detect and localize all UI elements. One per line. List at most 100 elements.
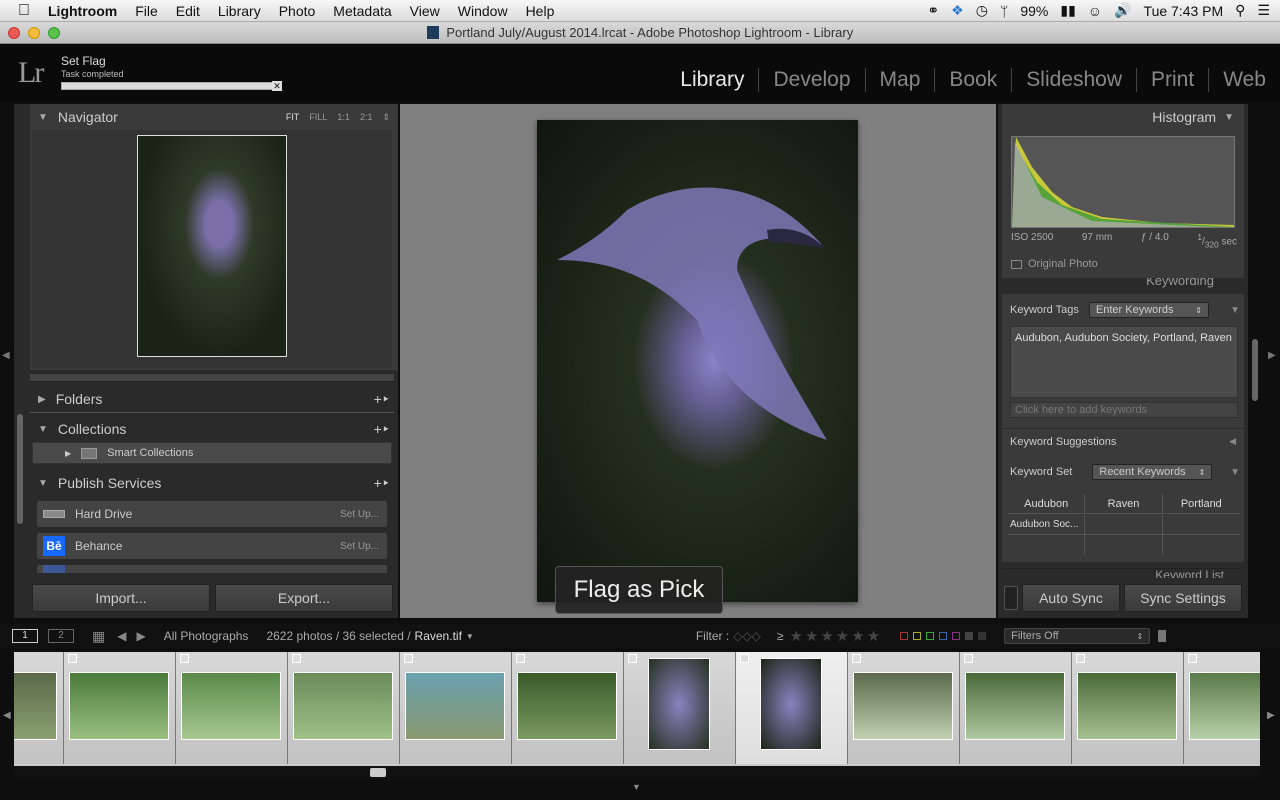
menu-library[interactable]: Library bbox=[209, 0, 270, 22]
close-window-button[interactable] bbox=[8, 27, 20, 39]
module-library[interactable]: Library bbox=[666, 68, 758, 92]
color-label-filters[interactable] bbox=[900, 632, 987, 640]
flag-icon[interactable] bbox=[516, 654, 525, 663]
module-map[interactable]: Map bbox=[864, 68, 935, 92]
left-panel-toggle-icon[interactable]: ◀ bbox=[2, 350, 10, 361]
filmstrip-cell[interactable] bbox=[1072, 652, 1184, 764]
cancel-task-icon[interactable]: ✕ bbox=[272, 81, 282, 91]
facebook-service-partial[interactable] bbox=[36, 564, 388, 574]
collections-header[interactable]: ▼ Collections +‣ bbox=[30, 417, 394, 441]
selected-filename[interactable]: Raven.tif bbox=[415, 629, 462, 643]
filmstrip-cell[interactable] bbox=[400, 652, 512, 764]
filmstrip-thumbnail[interactable] bbox=[853, 672, 953, 740]
loupe-view[interactable]: Flag as Pick bbox=[400, 104, 996, 618]
menu-window[interactable]: Window bbox=[449, 0, 517, 22]
smart-collections-row[interactable]: ▶ Smart Collections bbox=[32, 442, 392, 464]
auto-sync-button[interactable]: Auto Sync bbox=[1022, 584, 1120, 612]
module-web[interactable]: Web bbox=[1208, 68, 1280, 92]
original-photo-checkbox[interactable]: Original Photo bbox=[1011, 258, 1098, 270]
add-folder-icon[interactable]: +‣ bbox=[374, 391, 394, 408]
add-keywords-input[interactable]: Click here to add keywords bbox=[1010, 402, 1238, 418]
flag-filter-icons[interactable]: ◇◇◇ bbox=[733, 629, 761, 643]
set-up-link[interactable]: Set Up... bbox=[340, 541, 379, 552]
zoom-window-button[interactable] bbox=[48, 27, 60, 39]
filters-select[interactable]: Filters Off ⇕ bbox=[1004, 628, 1151, 644]
battery-percent[interactable]: 99% bbox=[1020, 3, 1048, 19]
red-label-icon[interactable] bbox=[900, 632, 909, 640]
rating-operator[interactable]: ≥ bbox=[777, 629, 784, 643]
folders-header[interactable]: ▶ Folders +‣ bbox=[30, 387, 394, 411]
module-develop[interactable]: Develop bbox=[758, 68, 864, 92]
module-book[interactable]: Book bbox=[934, 68, 1011, 92]
keyword-set-cell[interactable]: Portland bbox=[1162, 494, 1240, 514]
keyword-set-cell[interactable] bbox=[1163, 535, 1240, 555]
flag-icon[interactable] bbox=[180, 654, 189, 663]
publish-service-hard-drive[interactable]: Hard Drive Set Up... bbox=[36, 500, 388, 528]
keyword-set-cell[interactable]: Audubon bbox=[1008, 494, 1086, 514]
left-panel-scrollbar[interactable] bbox=[17, 414, 23, 524]
flag-icon[interactable] bbox=[68, 654, 77, 663]
flag-icon[interactable] bbox=[1188, 654, 1197, 663]
wifi-icon[interactable]: ☺ bbox=[1088, 3, 1102, 19]
keyword-tags-textarea[interactable]: Audubon, Audubon Society, Portland, Rave… bbox=[1010, 326, 1238, 398]
zoom-stepper-icon[interactable]: ⇕ bbox=[382, 112, 390, 123]
filmstrip-cell[interactable] bbox=[1184, 652, 1260, 764]
filmstrip-cell[interactable] bbox=[288, 652, 400, 764]
flag-icon[interactable] bbox=[740, 654, 749, 663]
module-print[interactable]: Print bbox=[1136, 68, 1208, 92]
keyword-set-cell[interactable]: Raven bbox=[1085, 494, 1163, 514]
keyword-set-select[interactable]: Recent Keywords ⇕ bbox=[1092, 464, 1213, 480]
filename-dropdown-icon[interactable]: ▼ bbox=[466, 632, 474, 641]
navigator-header[interactable]: ▼ Navigator FIT FILL 1:1 2:1 ⇕ bbox=[30, 105, 398, 129]
zoom-2-1[interactable]: 2:1 bbox=[360, 112, 373, 123]
yellow-label-icon[interactable] bbox=[913, 632, 922, 640]
collapse-triangle-icon[interactable]: ▼ bbox=[1230, 467, 1240, 478]
filmstrip-thumbnail[interactable] bbox=[760, 658, 822, 750]
keyword-set-cell[interactable] bbox=[1085, 514, 1163, 535]
keyword-set-cell[interactable]: Audubon Soc... bbox=[1008, 514, 1086, 535]
rating-stars[interactable]: ★★★★★★ bbox=[789, 627, 882, 645]
flag-icon[interactable] bbox=[292, 654, 301, 663]
bluetooth-icon[interactable]: ᛘ bbox=[1000, 3, 1008, 19]
battery-icon[interactable]: ▮▮ bbox=[1060, 2, 1075, 19]
zoom-fill[interactable]: FILL bbox=[309, 112, 327, 123]
histogram-header[interactable]: Histogram ▼ bbox=[1002, 105, 1244, 129]
creative-cloud-icon[interactable]: ⚭ bbox=[927, 2, 939, 19]
time-machine-icon[interactable]: ◷ bbox=[976, 2, 988, 19]
add-publish-service-icon[interactable]: +‣ bbox=[374, 475, 394, 492]
filmstrip-thumbnail[interactable] bbox=[69, 672, 169, 740]
right-panel-toggle-icon[interactable]: ▶ bbox=[1268, 350, 1276, 361]
filmstrip-cell[interactable] bbox=[624, 652, 736, 764]
flag-icon[interactable] bbox=[852, 654, 861, 663]
flag-icon[interactable] bbox=[404, 654, 413, 663]
flag-icon[interactable] bbox=[964, 654, 973, 663]
green-label-icon[interactable] bbox=[926, 632, 935, 640]
filmstrip-thumbnail[interactable] bbox=[517, 672, 617, 740]
zoom-1-1[interactable]: 1:1 bbox=[337, 112, 350, 123]
clock[interactable]: Tue 7:43 PM bbox=[1144, 3, 1224, 19]
navigator-thumbnail[interactable] bbox=[137, 135, 287, 357]
keyword-set-cell[interactable] bbox=[1085, 535, 1163, 556]
flag-icon[interactable] bbox=[628, 654, 637, 663]
filmstrip-thumbnail[interactable] bbox=[648, 658, 710, 750]
keywording-header-partial[interactable]: Keywording bbox=[1002, 278, 1244, 290]
menu-view[interactable]: View bbox=[401, 0, 449, 22]
filmstrip-cell[interactable] bbox=[512, 652, 624, 764]
set-up-link[interactable]: Set Up... bbox=[340, 509, 379, 520]
grid-view-icon[interactable]: ▦ bbox=[92, 628, 105, 645]
keyword-set-cell[interactable] bbox=[1008, 535, 1086, 556]
dropbox-icon[interactable]: ❖ bbox=[951, 2, 964, 19]
minimize-window-button[interactable] bbox=[28, 27, 40, 39]
import-button[interactable]: Import... bbox=[32, 584, 210, 612]
filmstrip-cell[interactable] bbox=[736, 652, 848, 764]
app-menu[interactable]: Lightroom bbox=[39, 0, 126, 22]
flag-icon[interactable] bbox=[1076, 654, 1085, 663]
module-slideshow[interactable]: Slideshow bbox=[1011, 68, 1136, 92]
filmstrip-cell[interactable] bbox=[14, 652, 64, 764]
filmstrip-thumbnail[interactable] bbox=[1077, 672, 1177, 740]
filmstrip-cell[interactable] bbox=[64, 652, 176, 764]
keyword-list-header-partial[interactable]: Keyword List bbox=[1002, 568, 1244, 578]
filmstrip-scrollbar-track[interactable] bbox=[14, 766, 1260, 778]
publish-services-header[interactable]: ▼ Publish Services +‣ bbox=[30, 471, 394, 495]
zoom-fit[interactable]: FIT bbox=[286, 112, 300, 123]
